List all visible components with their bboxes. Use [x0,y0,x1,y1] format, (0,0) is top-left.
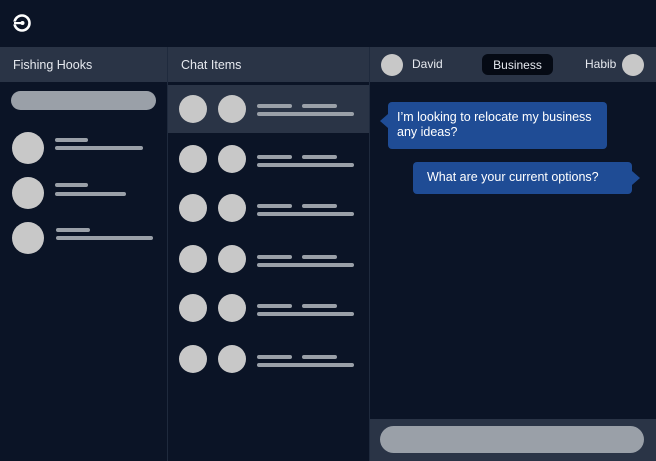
avatar [12,177,44,209]
message-composer [370,419,656,461]
placeholder-line [55,192,126,196]
placeholder-line [55,146,143,150]
avatar [218,245,246,273]
placeholder-line [257,104,292,108]
avatar-habib[interactable] [622,54,644,76]
placeholder-line [302,155,337,159]
chat-items-header: Chat Items [168,47,369,82]
chat-list-item[interactable] [168,235,369,283]
placeholder-line [257,363,354,367]
placeholder-line [257,112,354,116]
participant-right-name: Habib [585,57,617,71]
hook-list-item[interactable] [0,132,167,172]
avatar [218,294,246,322]
chat-list-item[interactable] [168,284,369,332]
avatar-david[interactable] [381,54,403,76]
topic-label: Business [493,57,542,72]
fishing-hooks-title: Fishing Hooks [13,57,93,72]
hooks-search-input[interactable] [11,91,156,110]
hook-list-item[interactable] [0,222,167,262]
avatar [218,145,246,173]
avatar [12,132,44,164]
avatar [179,95,207,123]
avatar [179,245,207,273]
participant-left-name: David [412,57,443,71]
chat-list-item[interactable] [168,135,369,183]
message-bubble-outgoing: What are your current options? [413,162,640,194]
avatar [179,294,207,322]
placeholder-line [55,183,88,187]
avatar [179,145,207,173]
message-bubble-incoming: I’m looking to relocate my business any … [380,102,607,149]
placeholder-line [257,204,292,208]
avatar [218,345,246,373]
chat-list-item[interactable] [168,335,369,383]
message-text: What are your current options? [427,170,599,184]
fishing-hooks-header: Fishing Hooks [0,47,167,82]
placeholder-line [56,228,90,232]
placeholder-line [302,104,337,108]
placeholder-line [56,236,153,240]
avatar [12,222,44,254]
placeholder-line [257,312,354,316]
placeholder-line [257,355,292,359]
placeholder-line [257,263,354,267]
placeholder-line [257,304,292,308]
conversation-panel: David Business Habib I’m looking to relo… [370,47,656,461]
placeholder-line [55,138,88,142]
placeholder-line [257,163,354,167]
avatar [179,194,207,222]
message-input[interactable] [380,426,644,453]
avatar [218,95,246,123]
avatar [218,194,246,222]
top-bar [0,0,656,47]
chat-list-item-active[interactable] [168,85,369,133]
placeholder-line [302,255,337,259]
topic-badge[interactable]: Business [482,54,553,75]
conversation-header: David Business Habib [370,47,656,82]
placeholder-line [302,204,337,208]
placeholder-line [257,212,354,216]
placeholder-line [257,155,292,159]
message-text: I’m looking to relocate my business any … [397,110,592,139]
avatar [179,345,207,373]
chat-items-panel: Chat Items [168,47,370,461]
placeholder-line [302,304,337,308]
placeholder-line [302,355,337,359]
chat-items-title: Chat Items [181,57,242,72]
app-logo-icon[interactable] [12,13,32,33]
placeholder-line [257,255,292,259]
hook-list-item[interactable] [0,177,167,217]
fishing-hooks-panel: Fishing Hooks [0,47,168,461]
chat-list-item[interactable] [168,184,369,232]
